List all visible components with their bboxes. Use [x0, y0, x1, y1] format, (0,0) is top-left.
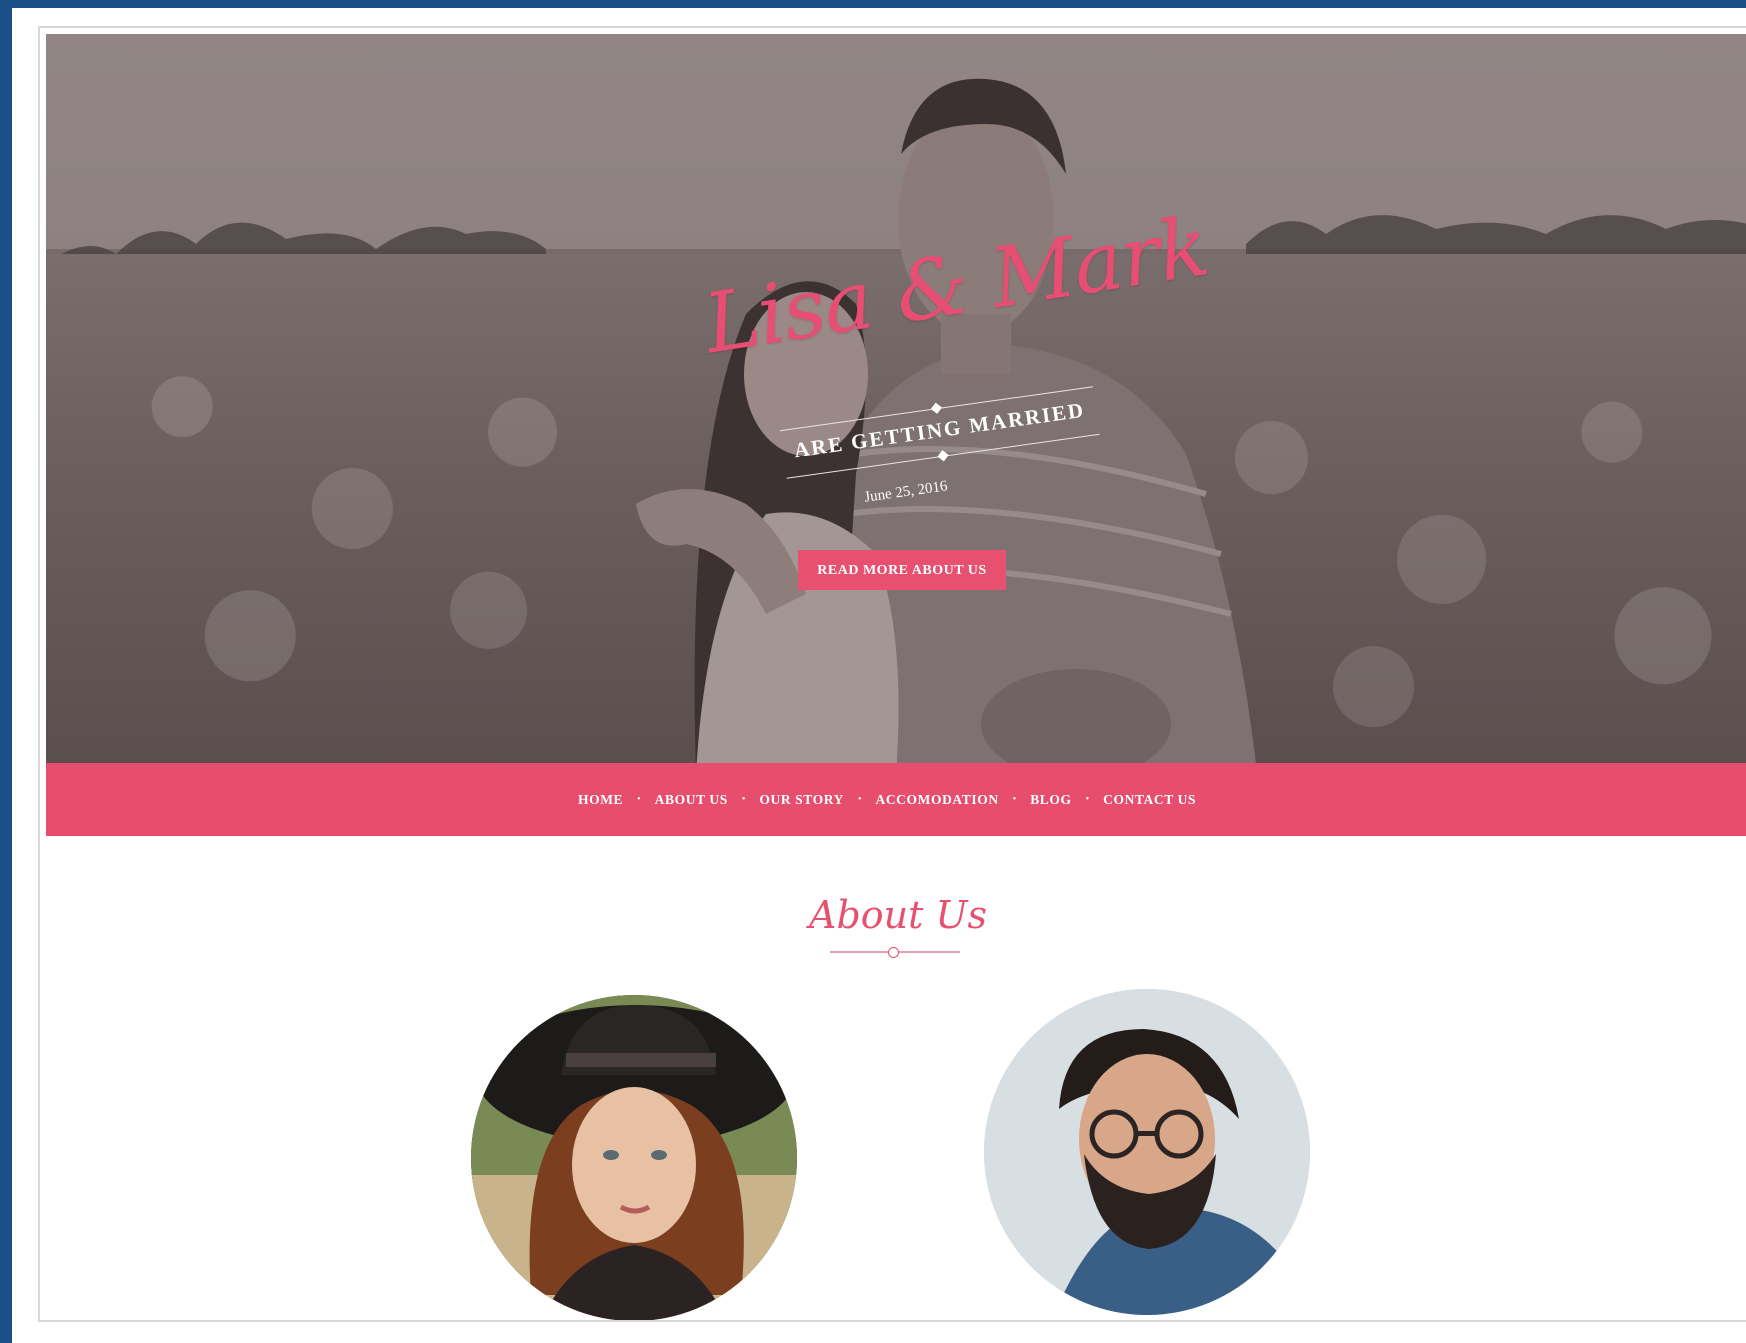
- nav-separator: •: [857, 793, 862, 805]
- divider-ornament-icon: [888, 947, 899, 958]
- nav-separator: •: [637, 793, 641, 805]
- nav-separator: •: [741, 793, 746, 805]
- nav-item-blog[interactable]: BLOG: [1030, 792, 1071, 808]
- nav-menu: HOME • ABOUT US • OUR STORY • ACCOMODATI…: [578, 763, 1196, 836]
- hero-section: Lisa & Mark ARE GETTING MARRIED June 25,…: [46, 34, 1746, 763]
- read-more-button[interactable]: READ MORE ABOUT US: [798, 550, 1006, 590]
- groom-portrait: [984, 989, 1310, 1315]
- nav-item-home[interactable]: HOME: [578, 792, 623, 808]
- ribbon-diamond-icon: [937, 450, 949, 462]
- nav-separator: •: [1085, 793, 1090, 805]
- bride-portrait: [471, 995, 797, 1320]
- ribbon-diamond-icon: [930, 402, 942, 414]
- website-page: Lisa & Mark ARE GETTING MARRIED June 25,…: [38, 26, 1746, 1322]
- nav-item-contact-us[interactable]: CONTACT US: [1103, 792, 1196, 808]
- about-section-title: About Us: [809, 893, 987, 937]
- main-navbar: HOME • ABOUT US • OUR STORY • ACCOMODATI…: [46, 763, 1746, 836]
- nav-item-accomodation[interactable]: ACCOMODATION: [875, 792, 998, 808]
- nav-item-about-us[interactable]: ABOUT US: [655, 792, 728, 808]
- groom-avatar: [984, 989, 1310, 1315]
- nav-separator: •: [1012, 793, 1017, 805]
- about-divider: [830, 947, 960, 958]
- hero-couple-photo: [636, 78, 1256, 763]
- nav-item-our-story[interactable]: OUR STORY: [759, 792, 844, 808]
- bride-avatar: [471, 995, 797, 1320]
